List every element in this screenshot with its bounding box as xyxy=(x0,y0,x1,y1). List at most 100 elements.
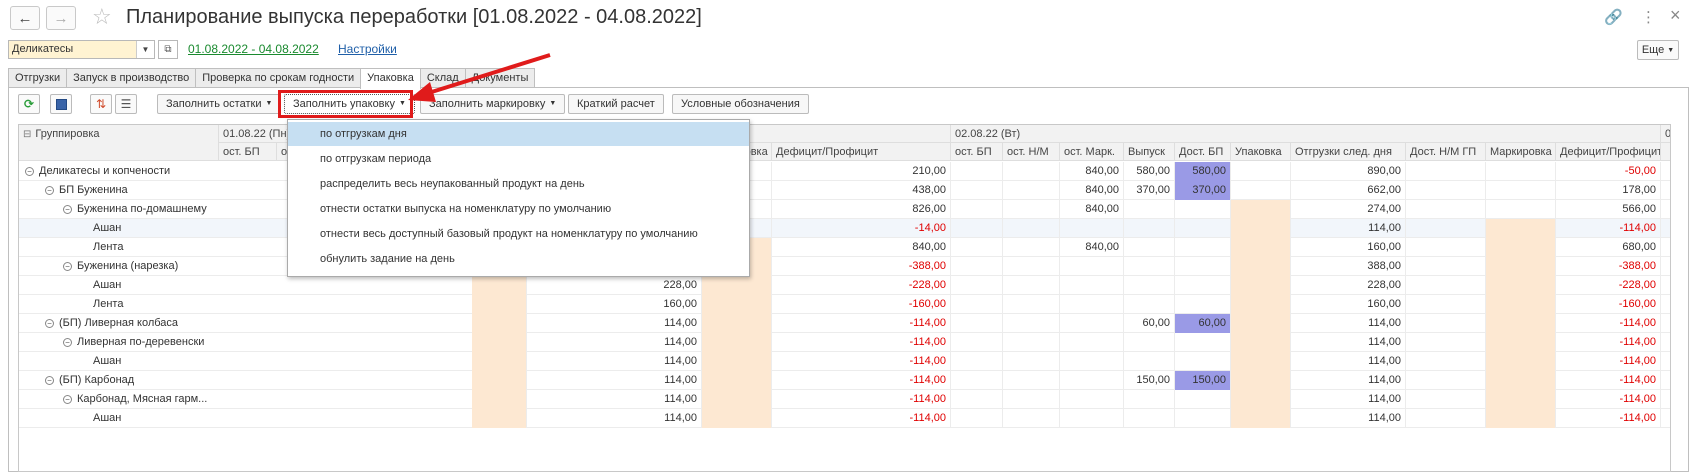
open-selector-button[interactable]: ⧉ xyxy=(158,40,178,59)
menu-item-reset-day[interactable]: обнулить задание на день xyxy=(288,247,749,271)
day2-output-cell[interactable]: 370,00 xyxy=(1124,181,1175,200)
day2-ost-nm-cell[interactable] xyxy=(1003,200,1060,219)
day2-ost-mark-cell[interactable] xyxy=(1060,409,1124,428)
day2-marking-cell[interactable] xyxy=(1486,295,1556,314)
day1-marking-cell[interactable] xyxy=(702,333,772,352)
day2-marking-cell[interactable] xyxy=(1486,314,1556,333)
day2-ost-nm-cell[interactable] xyxy=(1003,409,1060,428)
day2-ost-bp-cell[interactable] xyxy=(951,181,1003,200)
day2-avail-nm-cell[interactable] xyxy=(1406,295,1486,314)
day1-shipment-cell[interactable]: 114,00 xyxy=(527,314,702,333)
day1-marking-cell[interactable] xyxy=(702,409,772,428)
day1-deficit-cell[interactable]: -388,00 xyxy=(772,257,951,276)
day1-deficit-cell[interactable]: 826,00 xyxy=(772,200,951,219)
day2-packing-cell[interactable] xyxy=(1231,295,1291,314)
day2-ost-mark-cell[interactable]: 840,00 xyxy=(1060,238,1124,257)
day2-avail-bp-cell[interactable] xyxy=(1175,276,1231,295)
day2-marking-cell[interactable] xyxy=(1486,333,1556,352)
day2-ost-bp-cell[interactable] xyxy=(951,200,1003,219)
day2-packing-cell[interactable] xyxy=(1231,390,1291,409)
col-header-deficit-2[interactable]: Дефицит/Профицит xyxy=(1556,143,1661,161)
day2-avail-nm-cell[interactable] xyxy=(1406,276,1486,295)
table-row[interactable]: − Деликатесы и копчености 210,00 840,00 580,… xyxy=(19,162,1670,181)
day2-marking-cell[interactable] xyxy=(1486,238,1556,257)
day2-next-ship-cell[interactable]: 114,00 xyxy=(1291,390,1406,409)
col-header-deficit[interactable]: Дефицит/Профицит xyxy=(772,143,951,161)
day2-packing-cell[interactable] xyxy=(1231,162,1291,181)
day2-ost-mark-cell[interactable] xyxy=(1060,276,1124,295)
day2-avail-bp-cell[interactable]: 150,00 xyxy=(1175,371,1231,390)
day2-avail-bp-cell[interactable]: 370,00 xyxy=(1175,181,1231,200)
day2-avail-bp-cell[interactable] xyxy=(1175,219,1231,238)
chevron-down-icon[interactable]: ▼ xyxy=(136,41,154,58)
menu-item-base-product-default[interactable]: отнести весь доступный базовый продукт н… xyxy=(288,222,749,246)
day2-next-ship-cell[interactable]: 114,00 xyxy=(1291,219,1406,238)
day2-marking-cell[interactable] xyxy=(1486,181,1556,200)
table-row[interactable]: − (БП) Ливерная колбаса 114,00 -114,00 60,00… xyxy=(19,314,1670,333)
day2-deficit-cell[interactable]: -388,00 xyxy=(1556,257,1661,276)
day2-ost-nm-cell[interactable] xyxy=(1003,333,1060,352)
menu-item-day-shipments[interactable]: по отгрузкам дня xyxy=(288,122,749,146)
day1-shipment-cell[interactable]: 114,00 xyxy=(527,371,702,390)
day2-avail-nm-cell[interactable] xyxy=(1406,352,1486,371)
day2-ost-nm-cell[interactable] xyxy=(1003,371,1060,390)
collapse-toggle-icon[interactable]: − xyxy=(63,394,72,404)
day2-next-ship-cell[interactable]: 890,00 xyxy=(1291,162,1406,181)
day2-marking-cell[interactable] xyxy=(1486,219,1556,238)
close-icon[interactable]: × xyxy=(1670,5,1681,26)
day2-deficit-cell[interactable]: 178,00 xyxy=(1556,181,1661,200)
sort-button[interactable]: ⇅ xyxy=(90,94,112,114)
day1-deficit-cell[interactable]: -114,00 xyxy=(772,409,951,428)
day2-output-cell[interactable] xyxy=(1124,333,1175,352)
legend-button[interactable]: Условные обозначения xyxy=(672,94,809,114)
day1-shipment-cell[interactable]: 114,00 xyxy=(527,409,702,428)
day2-avail-bp-cell[interactable] xyxy=(1175,238,1231,257)
day2-output-cell[interactable] xyxy=(1124,352,1175,371)
day2-ost-bp-cell[interactable] xyxy=(951,162,1003,181)
day2-next-ship-cell[interactable]: 228,00 xyxy=(1291,276,1406,295)
day2-next-ship-cell[interactable]: 662,00 xyxy=(1291,181,1406,200)
menu-item-period-shipments[interactable]: по отгрузкам периода xyxy=(288,147,749,171)
day2-marking-cell[interactable] xyxy=(1486,162,1556,181)
day2-next-ship-cell[interactable]: 114,00 xyxy=(1291,352,1406,371)
collapse-toggle-icon[interactable]: − xyxy=(25,166,34,176)
day2-ost-mark-cell[interactable] xyxy=(1060,352,1124,371)
day1-deficit-cell[interactable]: -160,00 xyxy=(772,295,951,314)
day1-deficit-cell[interactable]: -14,00 xyxy=(772,219,951,238)
period-link[interactable]: 01.08.2022 - 04.08.2022 xyxy=(188,42,319,56)
more-menu-icon[interactable]: ⋮ xyxy=(1641,8,1656,26)
day2-output-cell[interactable] xyxy=(1124,200,1175,219)
packing-cell[interactable] xyxy=(472,352,527,371)
day1-shipment-cell[interactable]: 228,00 xyxy=(527,276,702,295)
day1-marking-cell[interactable] xyxy=(702,295,772,314)
day2-ost-mark-cell[interactable] xyxy=(1060,219,1124,238)
day2-avail-nm-cell[interactable] xyxy=(1406,257,1486,276)
day2-avail-nm-cell[interactable] xyxy=(1406,200,1486,219)
fill-remainders-button[interactable]: Заполнить остатки ▼ xyxy=(157,94,282,114)
day2-marking-cell[interactable] xyxy=(1486,352,1556,371)
day2-next-ship-cell[interactable]: 160,00 xyxy=(1291,295,1406,314)
packing-cell[interactable] xyxy=(472,371,527,390)
col-header-marking-2[interactable]: Маркировка xyxy=(1486,143,1556,161)
day2-packing-cell[interactable] xyxy=(1231,333,1291,352)
day2-ost-bp-cell[interactable] xyxy=(951,276,1003,295)
tab-production-launch[interactable]: Запуск в производство xyxy=(66,68,197,88)
day2-ost-bp-cell[interactable] xyxy=(951,257,1003,276)
col-header-avail-nm[interactable]: Дост. Н/М ГП xyxy=(1406,143,1486,161)
table-row[interactable]: Ашан 114,00 -114,00 114,00 -114,00 xyxy=(19,352,1670,371)
table-row[interactable]: Лента 840,00 840,00 160,00 680,00 xyxy=(19,238,1670,257)
collapse-toggle-icon[interactable]: − xyxy=(63,261,72,271)
day2-ost-nm-cell[interactable] xyxy=(1003,162,1060,181)
day2-output-cell[interactable] xyxy=(1124,409,1175,428)
day2-deficit-cell[interactable]: -114,00 xyxy=(1556,352,1661,371)
packing-cell[interactable] xyxy=(472,276,527,295)
day1-deficit-cell[interactable]: -114,00 xyxy=(772,371,951,390)
day2-deficit-cell[interactable]: -114,00 xyxy=(1556,314,1661,333)
day2-packing-cell[interactable] xyxy=(1231,314,1291,333)
collapse-toggle-icon[interactable]: − xyxy=(45,185,54,195)
settings-link[interactable]: Настройки xyxy=(338,42,397,56)
day2-ost-bp-cell[interactable] xyxy=(951,219,1003,238)
day1-deficit-cell[interactable]: -114,00 xyxy=(772,352,951,371)
day2-packing-cell[interactable] xyxy=(1231,409,1291,428)
day2-packing-cell[interactable] xyxy=(1231,200,1291,219)
